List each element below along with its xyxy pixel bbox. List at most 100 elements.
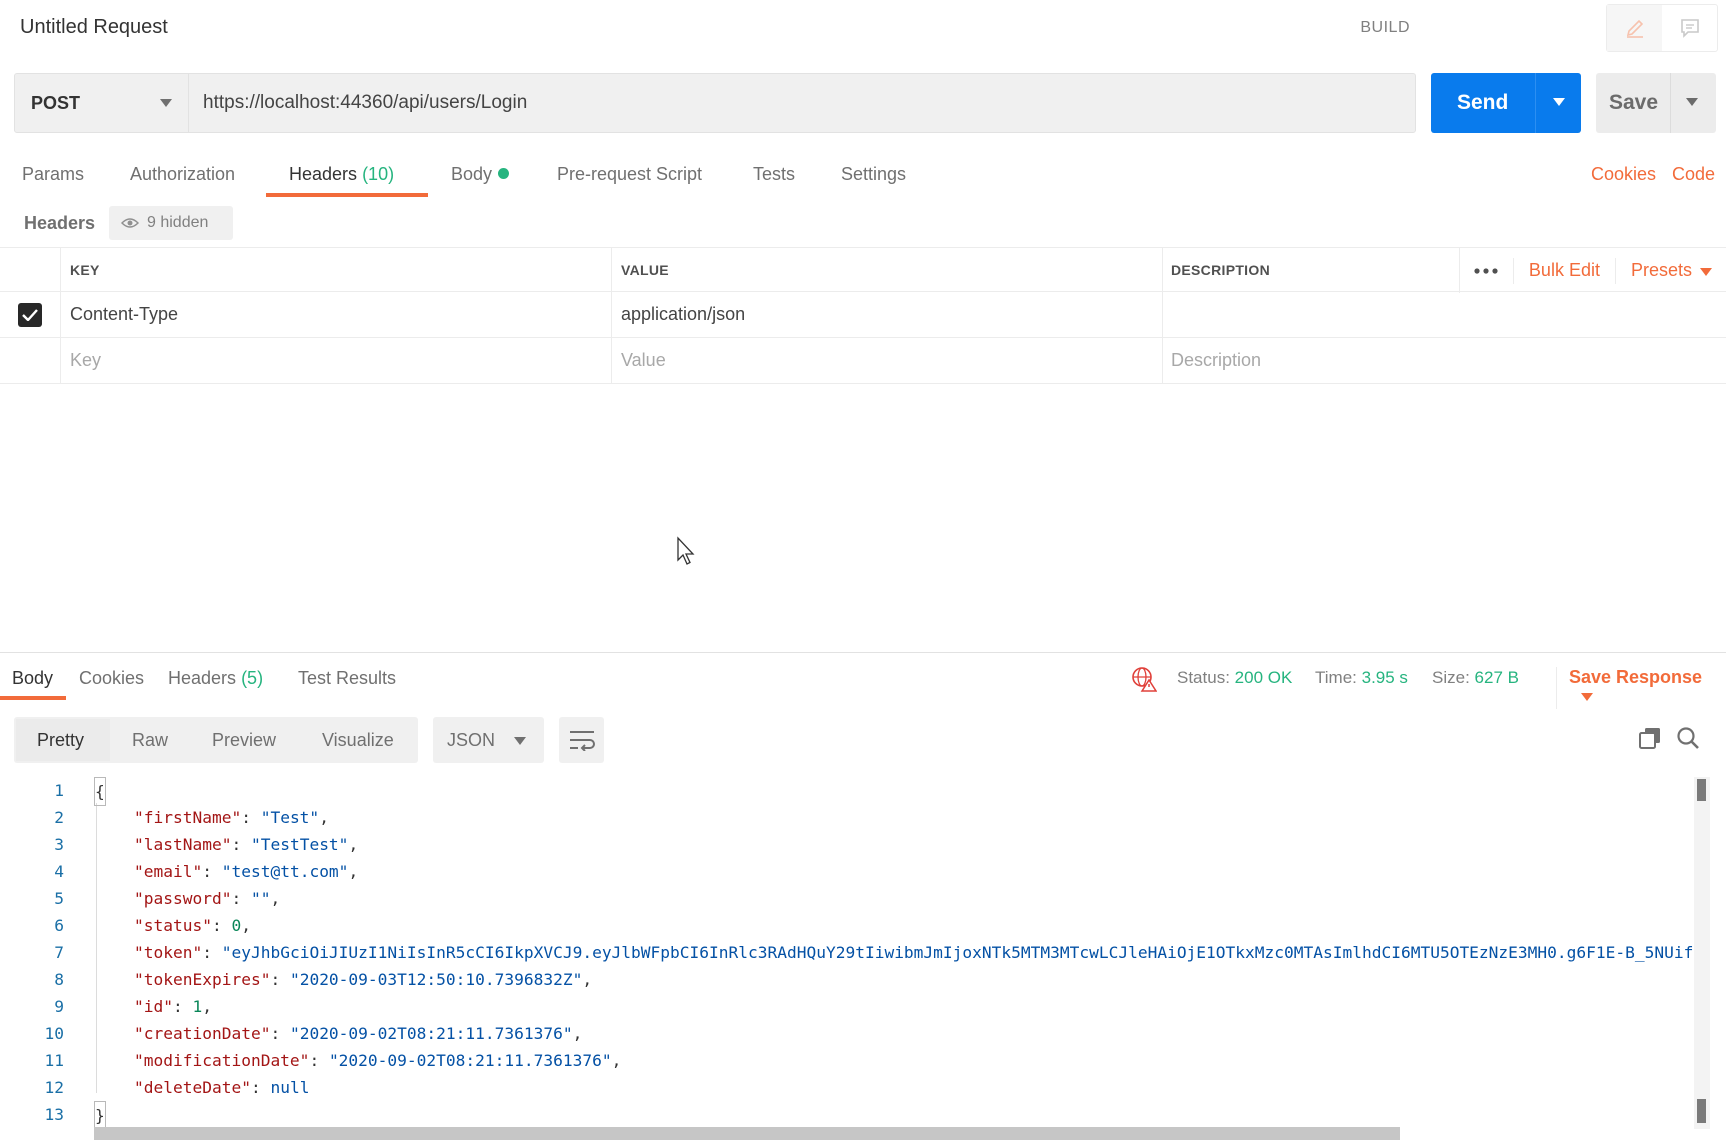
time-readout[interactable]: Time: 3.95 s xyxy=(1315,668,1408,688)
line-number: 6 xyxy=(54,916,64,935)
code-field: "firstName": "Test", xyxy=(134,808,329,827)
save-button[interactable]: Save xyxy=(1596,73,1716,133)
format-select[interactable]: JSON xyxy=(433,717,544,763)
new-description-input[interactable]: Description xyxy=(1163,338,1726,383)
value-column-header: VALUE xyxy=(612,248,1163,291)
method-select[interactable]: POST xyxy=(15,74,189,132)
json-key: "password" xyxy=(134,889,232,908)
response-body-editor[interactable]: 1{ 2 "firstName": "Test", 3 "lastName": "T… xyxy=(0,777,1700,1127)
json-key: "tokenExpires" xyxy=(134,970,271,989)
send-button[interactable]: Send xyxy=(1431,73,1581,133)
new-value-input[interactable]: Value xyxy=(612,338,1163,383)
code-field: "email": "test@tt.com", xyxy=(134,862,359,881)
wrap-lines-button[interactable] xyxy=(559,717,604,763)
tab-body-label: Body xyxy=(451,164,493,184)
row-value: application/json xyxy=(621,304,746,324)
row-enabled-checkbox[interactable] xyxy=(18,302,42,327)
more-options-button[interactable] xyxy=(1458,248,1513,293)
edit-mode-button[interactable] xyxy=(1607,5,1662,51)
view-visualize-button[interactable]: Visualize xyxy=(322,730,394,751)
vertical-scrollbar[interactable] xyxy=(1694,777,1710,1129)
tab-tests[interactable]: Tests xyxy=(753,164,795,185)
presets-button[interactable]: Presets xyxy=(1614,257,1726,284)
code-line: 2 "firstName": "Test", xyxy=(0,804,1700,831)
checkmark-icon xyxy=(22,308,38,321)
tab-headers[interactable]: Headers (10) xyxy=(289,164,394,185)
response-tab-headers[interactable]: Headers (5) xyxy=(168,668,263,689)
comment-icon xyxy=(1680,19,1699,38)
url-bar: POST https://localhost:44360/api/users/L… xyxy=(14,73,1416,133)
json-comma: , xyxy=(348,862,359,881)
response-divider[interactable] xyxy=(0,652,1726,653)
json-comma: , xyxy=(202,997,212,1016)
code-line: 7 "token": "eyJhbGciOiJIUzI1NiIsInR5cCI6I… xyxy=(0,939,1700,966)
code-line: 5 "password": "", xyxy=(0,885,1700,912)
response-tab-cookies[interactable]: Cookies xyxy=(79,668,144,689)
code-line: 8 "tokenExpires": "2020-09-03T12:50:10.73… xyxy=(0,966,1700,993)
chevron-down-icon[interactable] xyxy=(1686,98,1698,106)
view-pretty-button[interactable]: Pretty xyxy=(37,730,84,751)
check-column-header xyxy=(0,248,61,291)
line-number: 10 xyxy=(44,1024,65,1043)
hidden-count: 9 hidden xyxy=(147,214,209,231)
chevron-down-icon[interactable] xyxy=(1553,98,1565,106)
hidden-headers-toggle[interactable]: 9 hidden xyxy=(109,206,233,240)
search-icon[interactable] xyxy=(1676,726,1700,750)
tab-pre-request-script[interactable]: Pre-request Script xyxy=(557,164,702,185)
tab-body[interactable]: Body xyxy=(451,164,510,185)
row-description-cell[interactable] xyxy=(1163,292,1726,337)
network-warning-icon[interactable] xyxy=(1131,666,1157,692)
code-link[interactable]: Code xyxy=(1672,164,1715,185)
line-number: 4 xyxy=(54,862,64,881)
view-preview-button[interactable]: Preview xyxy=(212,730,276,751)
key-column-label: KEY xyxy=(70,261,100,278)
code-line: 3 "lastName": "TestTest", xyxy=(0,831,1700,858)
status-value: 200 OK xyxy=(1234,668,1293,687)
headers-table: KEY VALUE DESCRIPTION Bulk Edit Presets … xyxy=(0,247,1726,384)
json-value: "2020-09-03T12:50:10.7396832Z" xyxy=(289,970,583,989)
bulk-edit-button[interactable]: Bulk Edit xyxy=(1512,257,1615,284)
view-raw-button[interactable]: Raw xyxy=(132,730,168,751)
line-number: 9 xyxy=(54,997,64,1016)
save-response-button[interactable]: Save Response xyxy=(1556,667,1726,709)
size-readout[interactable]: Size: 627 B xyxy=(1432,668,1519,688)
url-input[interactable]: https://localhost:44360/api/users/Login xyxy=(203,92,527,114)
scrollbar-marker xyxy=(1697,1099,1706,1123)
json-key: "firstName" xyxy=(134,808,242,827)
row-value-cell[interactable]: application/json xyxy=(612,292,1163,337)
status-label: Status: xyxy=(1177,668,1230,687)
code-field: "id": 1, xyxy=(134,997,212,1016)
code-line: 12 "deleteDate": null xyxy=(0,1074,1700,1101)
json-key: "lastName" xyxy=(134,835,232,854)
line-number: 12 xyxy=(44,1078,65,1097)
comments-mode-button[interactable] xyxy=(1662,5,1717,51)
json-comma: , xyxy=(241,916,251,935)
mouse-cursor-icon xyxy=(677,536,695,565)
json-key: "creationDate" xyxy=(134,1024,271,1043)
tab-params[interactable]: Params xyxy=(22,164,84,185)
key-column-header: KEY xyxy=(61,248,612,291)
tab-authorization[interactable]: Authorization xyxy=(130,164,235,185)
row-key-cell[interactable]: Content-Type xyxy=(61,292,612,337)
code-text: } xyxy=(94,1101,106,1127)
json-comma: , xyxy=(572,1024,583,1043)
response-tab-body[interactable]: Body xyxy=(12,668,53,689)
json-comma: , xyxy=(270,889,281,908)
cookies-link[interactable]: Cookies xyxy=(1591,164,1656,185)
horizontal-scrollbar[interactable] xyxy=(94,1127,1400,1140)
copy-icon[interactable] xyxy=(1638,726,1662,750)
time-value: 3.95 s xyxy=(1361,668,1408,687)
table-row: Content-Type application/json xyxy=(0,292,1726,338)
json-comma: , xyxy=(582,970,593,989)
request-title[interactable]: Untitled Request xyxy=(20,16,168,39)
size-label: Size: xyxy=(1432,668,1470,687)
title-bar: Untitled Request BUILD xyxy=(0,0,1726,56)
line-number: 1 xyxy=(54,781,64,800)
json-value: null xyxy=(270,1078,310,1097)
code-line: 13} xyxy=(0,1101,1700,1127)
response-tab-test-results[interactable]: Test Results xyxy=(298,668,396,689)
json-value: "2020-09-02T08:21:11.7361376" xyxy=(289,1024,573,1043)
code-field: "status": 0, xyxy=(134,916,251,935)
new-key-input[interactable]: Key xyxy=(61,338,612,383)
tab-settings[interactable]: Settings xyxy=(841,164,906,185)
